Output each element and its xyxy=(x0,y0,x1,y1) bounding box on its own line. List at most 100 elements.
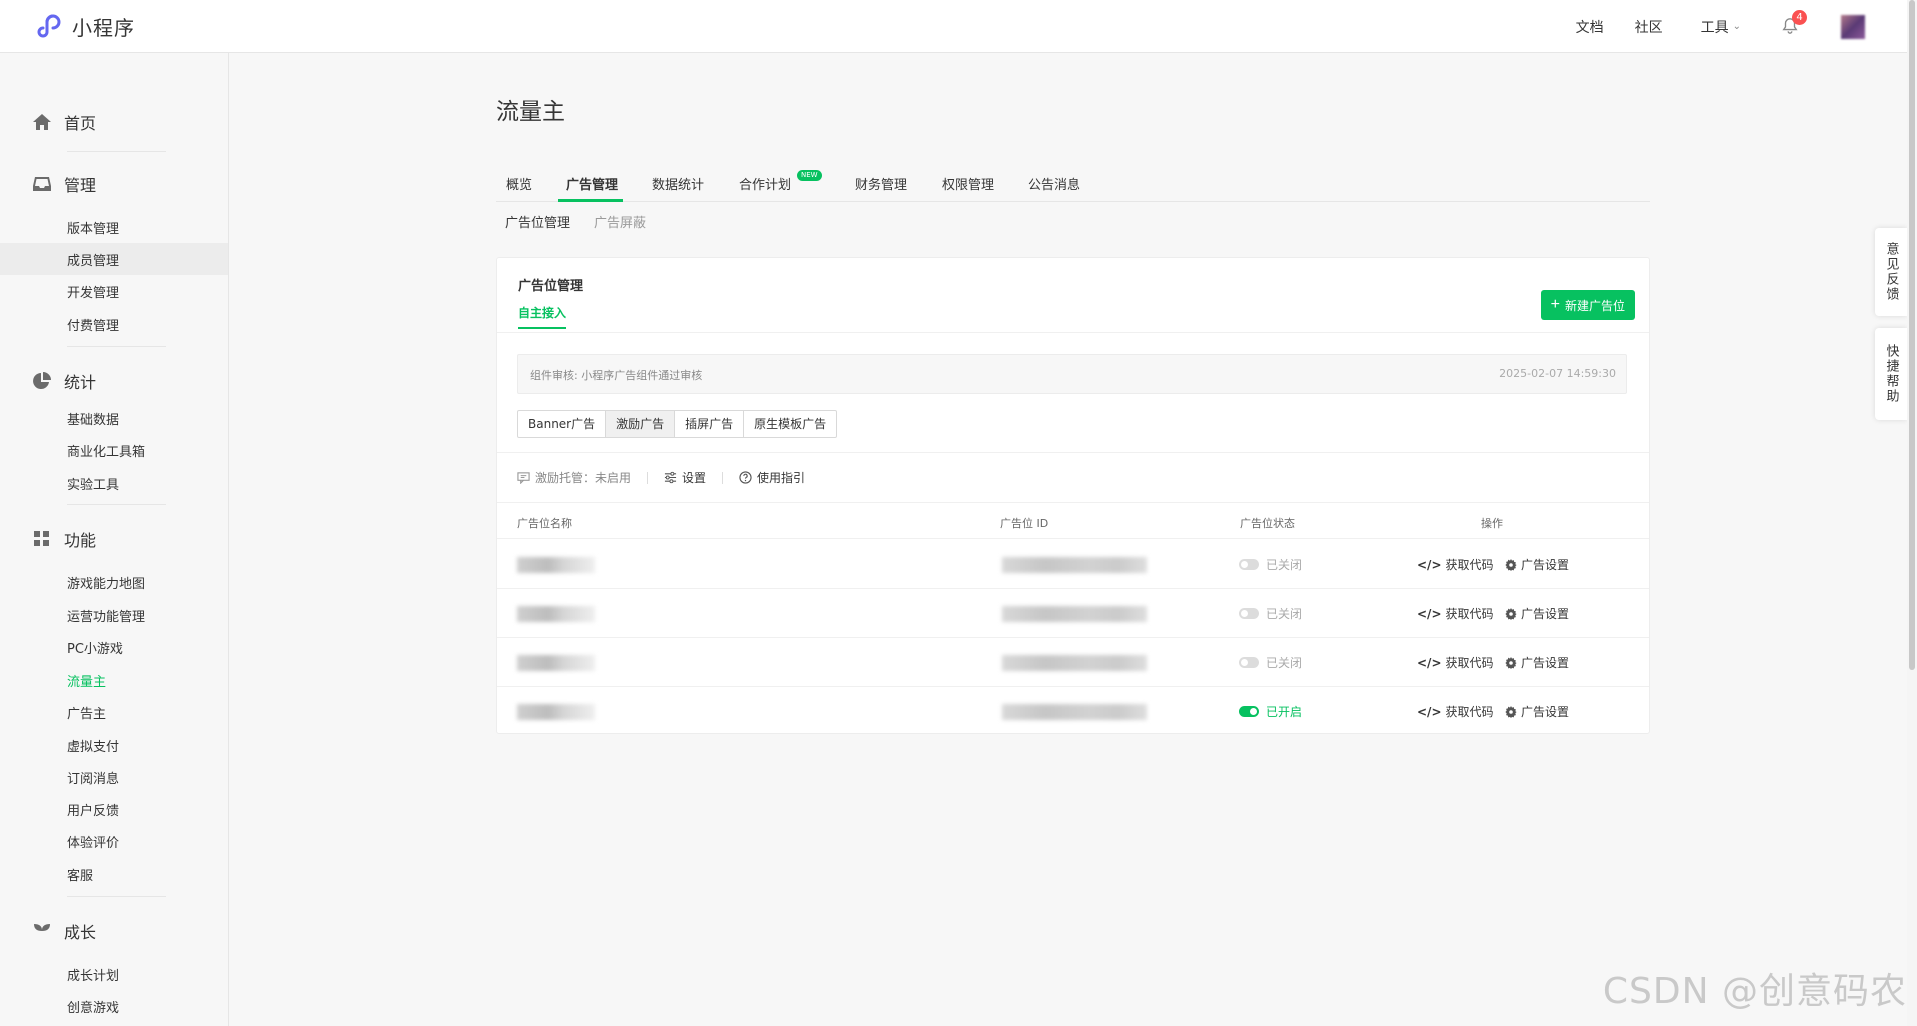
divider xyxy=(67,896,166,897)
settings-link[interactable]: 设置 xyxy=(664,469,706,486)
card-title: 广告位管理 xyxy=(518,279,584,294)
tab-partnership[interactable]: 合作计划 xyxy=(739,174,791,193)
ad-type-selector: Banner广告 激励广告 插屏广告 原生模板广告 xyxy=(517,410,838,438)
sidebar-item-subscribe[interactable]: 订阅消息 xyxy=(67,768,119,787)
community-link[interactable]: 社区 xyxy=(1635,17,1663,37)
sidebar-item-growth-plan[interactable]: 成长计划 xyxy=(67,965,119,984)
sidebar-item-game-map[interactable]: 游戏能力地图 xyxy=(67,573,145,592)
watermark: CSDN @创意码农 xyxy=(1602,971,1907,1012)
table-header: 广告位名称 广告位 ID 广告位状态 操作 xyxy=(497,502,1649,539)
column-slot-id: 广告位 ID xyxy=(1000,517,1049,530)
slot-name-redacted xyxy=(517,557,595,573)
feedback-float-button[interactable]: 意见反馈 xyxy=(1875,228,1907,316)
ad-settings-label: 广告设置 xyxy=(1521,705,1570,719)
get-code-label: 获取代码 xyxy=(1445,607,1494,621)
tab-finance[interactable]: 财务管理 xyxy=(855,174,907,193)
status-text: 已关闭 xyxy=(1266,558,1303,572)
tab-self-access[interactable]: 自主接入 xyxy=(518,304,567,329)
sidebar-item-dev[interactable]: 开发管理 xyxy=(67,282,119,301)
status-toggle[interactable] xyxy=(1239,608,1259,619)
ad-settings-button[interactable]: 广告设置 xyxy=(1505,703,1569,720)
top-bar: 小程序 文档 社区 工具 ⌄ 4 xyxy=(0,0,1917,53)
sprout-icon xyxy=(34,924,50,939)
page-scrollbar[interactable] xyxy=(1907,0,1917,1026)
divider xyxy=(67,504,166,505)
quick-help-float-button[interactable]: 快捷帮助 xyxy=(1875,328,1907,420)
status-toggle[interactable] xyxy=(1239,706,1259,717)
new-ad-slot-label: 新建广告位 xyxy=(1564,298,1625,313)
tab-overview[interactable]: 概览 xyxy=(506,174,532,193)
subtab-slot-management[interactable]: 广告位管理 xyxy=(505,212,570,231)
sidebar-section-features[interactable]: 功能 xyxy=(32,527,96,551)
sidebar-item-biz-toolbox[interactable]: 商业化工具箱 xyxy=(67,441,145,460)
get-code-label: 获取代码 xyxy=(1445,558,1494,572)
sidebar-item-feedback[interactable]: 用户反馈 xyxy=(67,800,119,819)
sidebar-section-stats[interactable]: 统计 xyxy=(32,369,96,393)
sidebar-item-ops[interactable]: 运营功能管理 xyxy=(67,606,145,625)
slot-status[interactable]: 已关闭 xyxy=(1239,556,1302,573)
slot-id-redacted xyxy=(1002,704,1147,720)
get-code-button[interactable]: </> 获取代码 xyxy=(1417,703,1494,720)
code-icon: </> xyxy=(1417,606,1442,621)
ad-settings-button[interactable]: 广告设置 xyxy=(1505,605,1569,622)
sidebar-item-traffic-owner[interactable]: 流量主 xyxy=(67,671,106,690)
hosting-status: 激励托管：未启用 xyxy=(517,469,631,486)
ad-type-interstitial[interactable]: 插屏广告 xyxy=(675,411,745,437)
tools-menu[interactable]: 工具 ⌄ xyxy=(1701,17,1741,37)
tab-data-stats[interactable]: 数据统计 xyxy=(652,174,704,193)
sidebar-section-home[interactable]: 首页 xyxy=(32,110,96,134)
avatar[interactable] xyxy=(1841,14,1865,39)
ad-type-rewarded[interactable]: 激励广告 xyxy=(606,411,676,437)
quick-help-label: 快捷帮助 xyxy=(1883,344,1899,404)
ad-settings-label: 广告设置 xyxy=(1521,656,1570,670)
guide-link[interactable]: 使用指引 xyxy=(739,469,805,486)
ad-settings-button[interactable]: 广告设置 xyxy=(1505,654,1569,671)
ad-options-bar: 激励托管：未启用 设置 使用指引 xyxy=(517,469,805,486)
status-toggle[interactable] xyxy=(1239,559,1259,570)
sidebar-section-manage[interactable]: 管理 xyxy=(32,172,96,196)
sidebar-item-virtual-pay[interactable]: 虚拟支付 xyxy=(67,736,119,755)
scrollbar-thumb[interactable] xyxy=(1909,0,1915,670)
sidebar-item-review[interactable]: 体验评价 xyxy=(67,832,119,851)
sidebar-item-service[interactable]: 客服 xyxy=(67,865,93,884)
get-code-button[interactable]: </> 获取代码 xyxy=(1417,605,1494,622)
sidebar-item-creative-game[interactable]: 创意游戏 xyxy=(67,997,119,1016)
sidebar-item-version[interactable]: 版本管理 xyxy=(67,218,119,237)
sidebar-item-members[interactable]: 成员管理 xyxy=(67,250,119,269)
notification-button[interactable]: 4 xyxy=(1781,9,1807,37)
subtab-ad-block[interactable]: 广告屏蔽 xyxy=(594,212,646,231)
sidebar-item-pc-game[interactable]: PC小游戏 xyxy=(67,638,123,657)
help-circle-icon xyxy=(739,471,752,484)
tab-ad-management[interactable]: 广告管理 xyxy=(566,174,618,193)
ad-settings-button[interactable]: 广告设置 xyxy=(1505,556,1569,573)
tab-announcements[interactable]: 公告消息 xyxy=(1028,174,1080,193)
sidebar-section-label: 管理 xyxy=(64,176,97,195)
ad-type-banner[interactable]: Banner广告 xyxy=(518,411,607,437)
slot-id-redacted xyxy=(1002,655,1147,671)
hosting-status-text: 激励托管：未启用 xyxy=(535,471,632,485)
sidebar-item-payment[interactable]: 付费管理 xyxy=(67,315,119,334)
gear-icon xyxy=(1505,607,1517,620)
slot-status[interactable]: 已关闭 xyxy=(1239,654,1302,671)
pie-chart-icon xyxy=(33,372,51,389)
slot-status[interactable]: 已开启 xyxy=(1239,703,1302,720)
divider xyxy=(647,471,649,484)
sidebar-section-growth[interactable]: 成长 xyxy=(32,919,96,943)
tab-permissions[interactable]: 权限管理 xyxy=(942,174,994,193)
get-code-button[interactable]: </> 获取代码 xyxy=(1417,556,1494,573)
slot-status[interactable]: 已关闭 xyxy=(1239,605,1302,622)
new-ad-slot-button[interactable]: + 新建广告位 xyxy=(1540,290,1635,320)
sidebar-item-advertiser[interactable]: 广告主 xyxy=(67,703,106,722)
sidebar: 首页 管理 版本管理 成员管理 开发管理 付费管理 统计 基础数据 商业化工具箱… xyxy=(0,53,229,1026)
feedback-label: 意见反馈 xyxy=(1883,242,1899,302)
table-row: 已关闭 </> 获取代码 广告设置 xyxy=(497,638,1649,687)
notice-text: 组件审核: 小程序广告组件通过审核 xyxy=(530,369,703,382)
ad-type-native-template[interactable]: 原生模板广告 xyxy=(744,411,836,437)
sidebar-item-experiment[interactable]: 实验工具 xyxy=(67,474,119,493)
get-code-button[interactable]: </> 获取代码 xyxy=(1417,654,1494,671)
slot-name-redacted xyxy=(517,606,595,622)
status-toggle[interactable] xyxy=(1239,657,1259,668)
docs-link[interactable]: 文档 xyxy=(1576,17,1604,37)
logo[interactable]: 小程序 xyxy=(34,12,135,41)
sidebar-item-basic-data[interactable]: 基础数据 xyxy=(67,409,119,428)
